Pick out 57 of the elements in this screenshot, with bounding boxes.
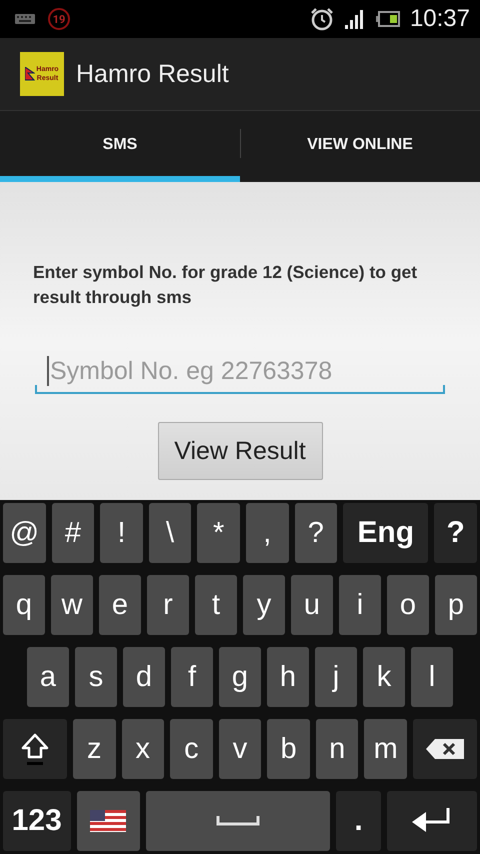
keyboard-key[interactable]: u xyxy=(291,575,333,635)
keyboard-key[interactable]: j xyxy=(315,647,357,707)
keyboard-key[interactable]: c xyxy=(170,719,213,779)
keyboard-key[interactable]: ! xyxy=(100,503,143,563)
signal-icon xyxy=(344,8,366,30)
shift-icon xyxy=(20,732,50,766)
keyboard-key[interactable]: a xyxy=(27,647,69,707)
us-flag-icon xyxy=(90,810,126,832)
enter-key[interactable] xyxy=(387,791,477,851)
backspace-key[interactable] xyxy=(413,719,477,779)
keyboard-key[interactable]: l xyxy=(411,647,453,707)
keyboard-key[interactable]: d xyxy=(123,647,165,707)
keyboard-key[interactable]: q xyxy=(3,575,45,635)
keyboard-key[interactable]: k xyxy=(363,647,405,707)
battery-icon xyxy=(376,11,400,27)
keyboard-key[interactable]: w xyxy=(51,575,93,635)
keyboard-key[interactable]: \ xyxy=(148,503,192,563)
view-result-button[interactable]: View Result xyxy=(158,422,322,480)
keyboard-key[interactable]: x xyxy=(122,719,164,779)
keyboard-key[interactable]: * xyxy=(197,503,240,563)
keyboard-key[interactable]: ? xyxy=(294,503,338,563)
backspace-icon xyxy=(425,738,466,760)
notification-badge: 19 xyxy=(48,8,70,30)
keyboard-key[interactable]: r xyxy=(147,575,189,635)
keyboard-key[interactable]: v xyxy=(218,719,262,779)
instruction-text: Enter symbol No. for grade 12 (Science) to get result through sms xyxy=(33,261,418,309)
keyboard-key[interactable]: g xyxy=(219,647,261,707)
symbol-input-field[interactable]: Symbol No. eg 22763378 xyxy=(35,350,445,394)
space-bar-icon xyxy=(216,816,260,826)
keyboard-key[interactable]: f xyxy=(171,647,213,707)
keyboard-key[interactable]: p xyxy=(435,575,477,635)
keyboard-key[interactable]: e xyxy=(99,575,141,635)
keyboard-key[interactable]: o xyxy=(387,575,429,635)
clock-time: 10:37 xyxy=(410,5,470,33)
keyboard-key[interactable]: Eng xyxy=(343,503,428,563)
flag-icon xyxy=(25,67,36,81)
keyboard-key[interactable]: h xyxy=(267,647,309,707)
keyboard-key[interactable]: @ xyxy=(3,503,46,563)
alarm-icon xyxy=(310,7,334,31)
us-flag-key[interactable] xyxy=(76,791,140,851)
keyboard-key[interactable]: y xyxy=(243,575,285,635)
keyboard-key[interactable]: ? xyxy=(434,503,477,563)
keyboard-key[interactable]: . xyxy=(336,791,381,851)
keyboard-key[interactable]: s xyxy=(75,647,117,707)
app-title: Hamro Result xyxy=(76,60,229,88)
shift-key[interactable] xyxy=(3,719,67,779)
keyboard-key[interactable]: # xyxy=(52,503,94,563)
keyboard-key[interactable]: i xyxy=(339,575,381,635)
keyboard-icon xyxy=(14,13,36,25)
keyboard-key[interactable]: b xyxy=(267,719,310,779)
tab[interactable]: VIEW ONLINE xyxy=(240,111,480,182)
keyboard-key[interactable]: z xyxy=(72,719,116,779)
keyboard-key[interactable]: n xyxy=(316,719,358,779)
keyboard-key[interactable]: , xyxy=(246,503,289,563)
keyboard-key[interactable]: t xyxy=(195,575,237,635)
keyboard-key[interactable]: 123 xyxy=(3,791,70,851)
keyboard-key[interactable]: m xyxy=(364,719,408,779)
